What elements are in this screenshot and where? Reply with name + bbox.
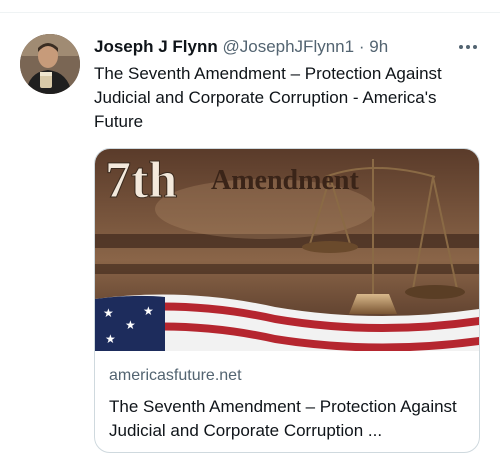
author-name[interactable]: Joseph J Flynn — [94, 37, 218, 56]
tweet-text: The Seventh Amendment – Protection Again… — [94, 64, 442, 131]
card-domain[interactable]: americasfuture.net — [109, 366, 242, 386]
card-image-ordinal: 7th — [105, 152, 177, 209]
separator-dot: · — [358, 37, 365, 56]
avatar[interactable] — [20, 34, 80, 94]
author-handle[interactable]: @JosephJFlynn1 — [222, 37, 354, 56]
svg-text:★: ★ — [103, 306, 114, 320]
card-image[interactable]: ★ ★ ★ ★ 7th Amendment — [95, 149, 479, 351]
tweet-header: Joseph J Flynn @JosephJFlynn1 · 9h — [94, 37, 388, 57]
avatar-image — [20, 34, 80, 94]
svg-text:★: ★ — [143, 304, 154, 318]
link-card[interactable]: ★ ★ ★ ★ 7th Amendment americasfuture.net… — [94, 148, 480, 453]
tweet-time[interactable]: 9h — [369, 37, 388, 56]
top-divider — [0, 12, 500, 13]
svg-text:★: ★ — [125, 318, 136, 332]
card-title[interactable]: The Seventh Amendment – Protection Again… — [109, 395, 469, 443]
svg-text:★: ★ — [105, 332, 116, 346]
card-image-word: Amendment — [211, 165, 359, 196]
more-options-button[interactable] — [455, 37, 481, 57]
more-horizontal-icon — [459, 45, 477, 49]
